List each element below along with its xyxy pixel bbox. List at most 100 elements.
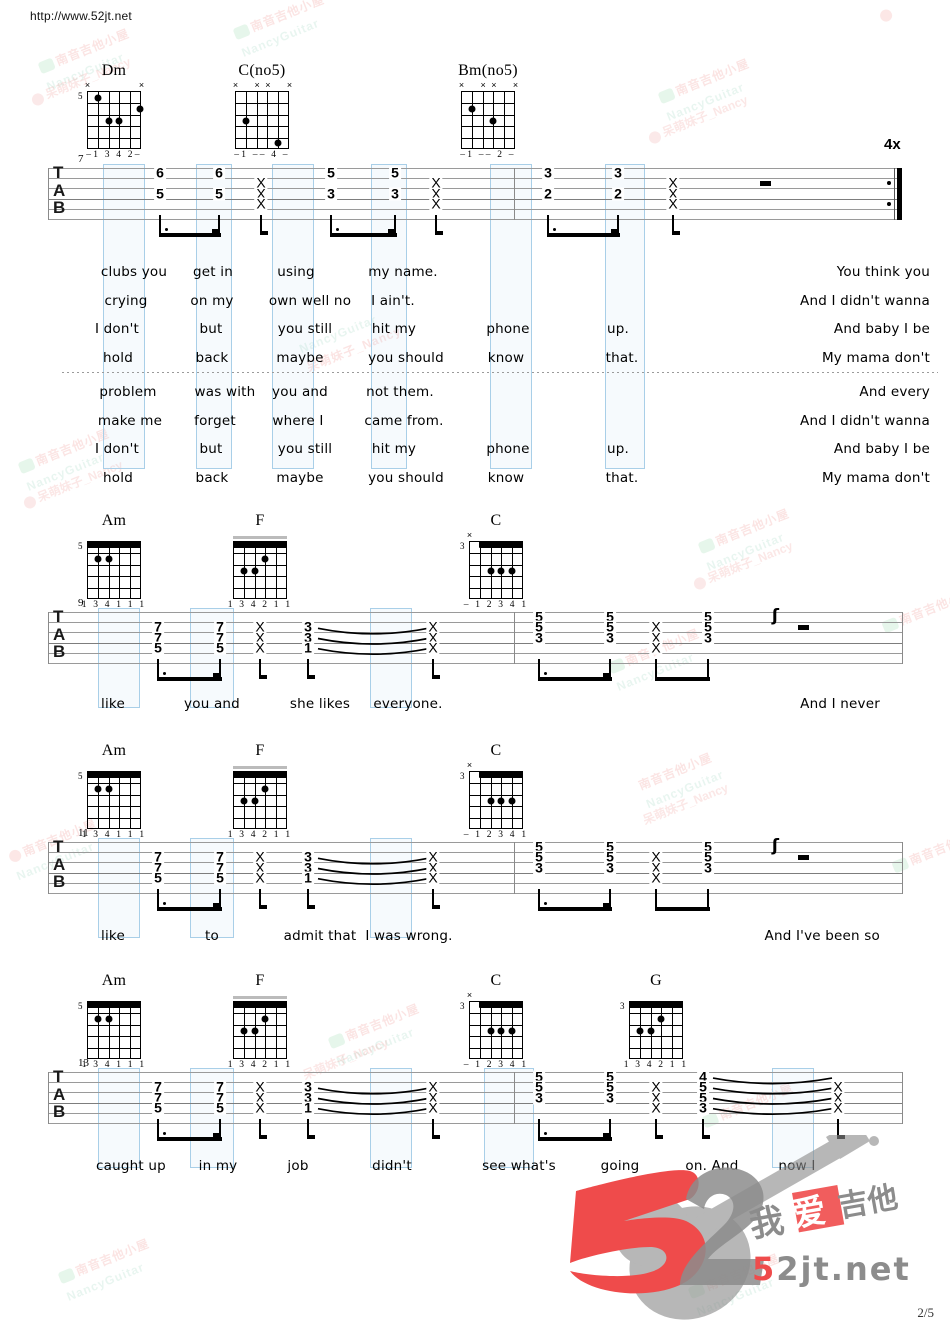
tab-clef-letters: TAB	[53, 608, 65, 661]
lyric-syllable: job	[287, 1158, 309, 1174]
lyric-syllable: own well no	[268, 292, 352, 309]
base-fret-label: 5	[77, 771, 83, 781]
note-stem	[157, 1119, 159, 1137]
mute-x-icon: ×	[265, 80, 271, 90]
mute-x-icon: ×	[466, 990, 473, 1000]
site-url: http://www.52jt.net	[30, 9, 132, 23]
lyric-syllable: And I didn't wanna	[800, 412, 930, 429]
chord-diagram-c: C × 3 – 1 2 3 4 1	[448, 512, 544, 612]
muted-strings-row: × ×	[85, 81, 144, 91]
finger-dot	[240, 567, 248, 574]
note-stem	[655, 659, 657, 677]
augmentation-dot	[165, 228, 168, 231]
tab-clef-letter: A	[53, 1084, 66, 1104]
beam	[538, 677, 612, 681]
fretboard-grid: 3	[620, 1001, 683, 1059]
finger-dot	[647, 1027, 655, 1034]
page-number: 2/5	[917, 1305, 934, 1320]
tab-clef-letter: T	[53, 163, 64, 182]
tab-fret-number: 5	[214, 1099, 226, 1116]
chord-name: C(no5)	[238, 62, 286, 79]
lyric-syllable: back	[195, 349, 229, 366]
augmentation-dot	[163, 672, 166, 675]
fretboard-grid	[235, 91, 289, 149]
lyric-syllable: up.	[606, 441, 630, 458]
measure-number: 13	[78, 1057, 89, 1069]
fretboard-grid: 5	[78, 1001, 141, 1059]
fretboard-grid: 3	[460, 1001, 523, 1059]
tab-mute-mark: X	[253, 639, 267, 656]
tab-clef-letter: A	[53, 854, 66, 874]
tab-clef-letter: B	[53, 642, 66, 661]
lyric-syllable: hit my	[371, 321, 417, 338]
lyric-syllable: My mama don't	[821, 349, 930, 366]
tab-mute-mark: X	[426, 869, 440, 886]
finger-dot	[497, 567, 505, 574]
tab-fret-number: 5	[152, 869, 164, 886]
watermark-secondary: 呆萌妹子_Nancy	[640, 780, 731, 828]
lyric-syllable: And I never	[800, 696, 880, 712]
watermark-secondary: 呆萌妹子_Nancy	[691, 537, 795, 592]
barline	[514, 842, 515, 894]
muted-strings-row	[87, 532, 141, 541]
lyric-syllable: she likes	[289, 696, 351, 712]
lyric-syllable: You think you	[836, 264, 930, 280]
finger-dot	[657, 1015, 665, 1023]
finger-dot	[136, 105, 144, 113]
note-stem	[538, 659, 540, 677]
finger-dot	[105, 555, 113, 563]
mute-x-icon: ×	[466, 530, 473, 540]
lyric-syllable: was with	[194, 384, 256, 400]
tab-mute-mark: X	[426, 1099, 440, 1116]
fretboard-grid	[232, 996, 287, 1059]
lyric-syllable: And I didn't wanna	[800, 292, 930, 309]
lyric-syllable: My mama don't	[821, 469, 930, 486]
chord-diagram-dm: Dm × × 5 –1 3 4 2–	[66, 62, 162, 162]
tie-arc-group	[317, 1087, 429, 1116]
barre-bar	[628, 1001, 683, 1008]
lyric-syllable: back	[195, 469, 229, 486]
finger-dot	[636, 1027, 644, 1034]
lyric-syllable: And baby I be	[833, 441, 930, 458]
tab-clef-letter: T	[53, 1067, 64, 1086]
lyric-syllable: hold	[103, 349, 133, 366]
lyric-syllable: And every	[859, 384, 930, 400]
beam	[330, 233, 397, 237]
note-flag	[308, 1135, 315, 1139]
watermark-secondary: 呆萌妹子_Nancy	[646, 91, 750, 146]
watermark: 南音吉他小屋 NancyGuitar	[326, 998, 430, 1071]
beam-flag	[611, 229, 618, 233]
tab-staff	[48, 168, 902, 222]
base-fret-label: 5	[77, 541, 83, 551]
augmentation-dot	[163, 1132, 166, 1135]
muted-strings-row	[87, 992, 141, 1001]
watermark: 南音吉他小屋 NancyGuitar	[56, 1233, 160, 1306]
barre-bar	[479, 541, 523, 548]
barre-bar	[232, 541, 287, 548]
lyric-syllable: you and	[184, 696, 240, 712]
tab-fret-number: 3	[389, 185, 401, 201]
fingering-label: –1 –– 2 –	[460, 150, 516, 160]
note-flag	[308, 905, 315, 909]
bar-rest	[798, 855, 809, 861]
note-flag	[433, 675, 440, 679]
mute-x-icon: ×	[512, 80, 519, 90]
beam-flag	[213, 673, 220, 677]
measure-number: 11	[78, 827, 89, 839]
muted-strings-row	[629, 992, 683, 1001]
lyric-syllable: in my	[198, 1158, 238, 1174]
finger-dot	[508, 567, 516, 574]
lyric-syllable: didn't	[372, 1158, 412, 1174]
lyric-syllable: not them.	[366, 384, 434, 400]
lyric-syllable: like	[101, 928, 125, 944]
chord-diagram-bm-no5-: Bm(no5) × × × × –1 –– 2 –	[440, 62, 536, 162]
chord-name: Am	[101, 972, 127, 989]
chord-diagram-c-no5-: C(no5) × × × × –1 –– 4 –	[214, 62, 310, 162]
fretboard-grid: 5	[78, 91, 144, 149]
finger-dot	[261, 785, 269, 793]
finger-dot	[240, 1027, 248, 1034]
note-stem	[159, 215, 161, 233]
chord-name: F	[255, 512, 265, 529]
lyric-syllable: I was wrong.	[365, 928, 453, 944]
note-flag	[260, 1135, 267, 1139]
